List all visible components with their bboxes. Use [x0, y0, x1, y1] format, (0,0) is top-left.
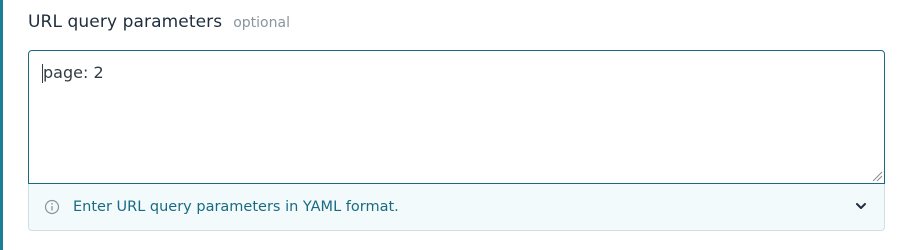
page: URL query parameters optional page: 2 En…	[0, 0, 901, 250]
query-parameters-textarea[interactable]: page: 2	[28, 50, 885, 184]
field-label: URL query parameters	[28, 12, 223, 32]
textarea-value: page: 2	[43, 63, 104, 82]
left-accent-bar	[0, 0, 3, 250]
info-circle-icon	[44, 199, 60, 215]
hint-text: Enter URL query parameters in YAML forma…	[73, 199, 399, 215]
optional-label: optional	[233, 15, 290, 31]
field-header: URL query parameters optional	[28, 12, 290, 36]
hint-bar[interactable]: Enter URL query parameters in YAML forma…	[28, 184, 885, 231]
chevron-down-icon[interactable]	[854, 199, 868, 213]
resize-handle-icon[interactable]	[871, 170, 883, 182]
